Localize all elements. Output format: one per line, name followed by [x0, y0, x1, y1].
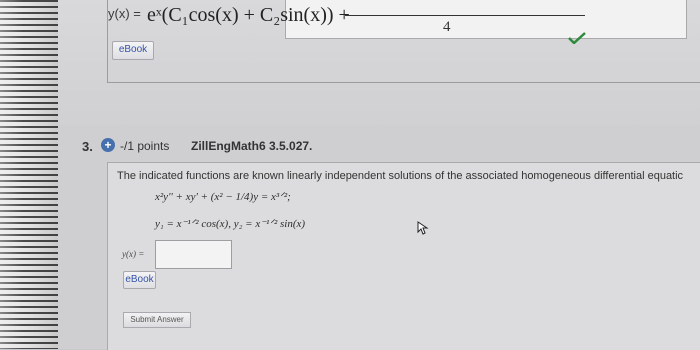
previous-answer-expression: eˣ(C₁cos(x) + C₂sin(x)) + [147, 4, 350, 26]
check-icon [568, 32, 586, 44]
question-prompt: The indicated functions are known linear… [117, 170, 684, 182]
notebook-spiral-shading [0, 0, 58, 349]
fraction-bar [345, 15, 585, 16]
fraction-denominator: 4 [443, 19, 451, 35]
mouse-cursor-icon [417, 221, 429, 235]
differential-equation: x²y'' + xy' + (x² − 1/4)y = x³ᐟ²; [155, 191, 291, 203]
previous-question-bottom-border [107, 82, 700, 83]
answer-input[interactable] [155, 240, 232, 269]
question-points: -/1 points [120, 139, 170, 153]
previous-question-left-border [107, 0, 108, 82]
known-solutions: y₁ = x⁻¹ᐟ² cos(x), y₂ = x⁻¹ᐟ² sin(x) [155, 218, 306, 230]
previous-answer-label: y(x) = [108, 6, 141, 21]
previous-answer-fraction: 4 [345, 6, 585, 35]
question-number: 3. [82, 139, 93, 154]
ebook-button[interactable]: eBook [123, 271, 156, 289]
ebook-button-previous[interactable]: eBook [112, 41, 154, 60]
plus-icon[interactable]: + [101, 138, 115, 152]
submit-answer-button[interactable]: Submit Answer [123, 312, 191, 328]
answer-label: y(x) = [122, 249, 145, 259]
question-reference: ZillEngMath6 3.5.027. [191, 139, 313, 153]
